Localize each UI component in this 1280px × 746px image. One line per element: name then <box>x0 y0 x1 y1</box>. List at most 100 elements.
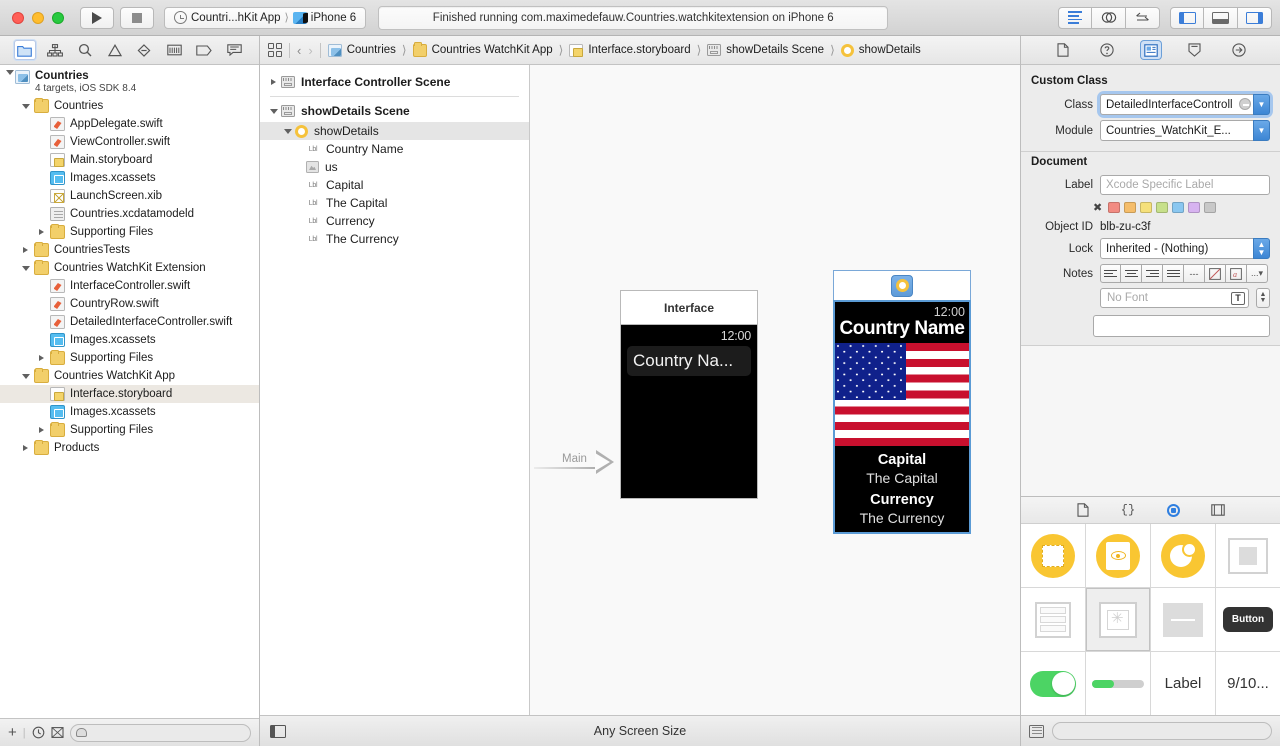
main-segue[interactable]: Main <box>534 457 630 458</box>
library-item-slider[interactable] <box>1086 652 1150 715</box>
project-navigator-tree[interactable]: Countries 4 targets, iOS SDK 8.4 Countri… <box>0 65 259 718</box>
scene2-capital-header[interactable]: Capital <box>835 452 969 468</box>
stop-button[interactable] <box>120 7 154 29</box>
navigator-row[interactable]: ViewController.swift <box>0 133 259 151</box>
library-item-switch[interactable] <box>1021 652 1085 715</box>
scene2-flag-image[interactable] <box>835 343 969 446</box>
navigator-row[interactable]: Images.xcassets <box>0 403 259 421</box>
quick-help-tab[interactable] <box>1097 41 1117 59</box>
navigator-row[interactable]: Countries.xcdatamodeld <box>0 205 259 223</box>
lock-dropdown-button[interactable]: ▲▼ <box>1253 238 1270 259</box>
report-navigator-tab[interactable] <box>223 40 245 60</box>
navigator-row[interactable]: Images.xcassets <box>0 331 259 349</box>
library-item-glance-controller[interactable] <box>1086 524 1150 587</box>
navigator-row[interactable]: AppDelegate.swift <box>0 115 259 133</box>
source-control-filter-icon[interactable] <box>51 726 64 739</box>
document-outline[interactable]: Interface Controller Scene showDetails S… <box>260 65 530 715</box>
run-button[interactable] <box>80 7 114 29</box>
outline-controller-show-details[interactable]: showDetails <box>260 122 529 140</box>
interface-controller-scene[interactable]: Interface 12:00 Country Na... <box>620 290 758 499</box>
navigator-twisty[interactable] <box>20 445 31 451</box>
lock-value[interactable]: Inherited - (Nothing) <box>1100 238 1253 259</box>
navigator-row[interactable]: LaunchScreen.xib <box>0 187 259 205</box>
library-item-label[interactable]: Label <box>1151 652 1215 715</box>
color-swatch[interactable] <box>1124 202 1136 213</box>
module-dropdown-button[interactable]: ▼ <box>1253 120 1270 141</box>
navigator-row[interactable]: CountriesTests <box>0 241 259 259</box>
library-item-group[interactable] <box>1216 524 1280 587</box>
align-justify-button[interactable] <box>1163 264 1184 283</box>
color-swatch[interactable] <box>1204 202 1216 213</box>
identity-inspector-tab[interactable] <box>1141 41 1161 59</box>
outline-twisty-open[interactable] <box>268 109 279 114</box>
outline-child-row[interactable]: LblThe Currency <box>260 230 529 248</box>
lock-combo[interactable]: Inherited - (Nothing) ▲▼ <box>1100 238 1270 259</box>
library-filter-input[interactable] <box>1052 722 1272 740</box>
library-item-interface-controller[interactable] <box>1021 524 1085 587</box>
line-style-button[interactable] <box>1205 264 1226 283</box>
align-right-button[interactable] <box>1142 264 1163 283</box>
navigator-twisty[interactable] <box>36 229 47 235</box>
module-value[interactable]: Countries_WatchKit_E... <box>1100 120 1253 141</box>
scene2-currency-header[interactable]: Currency <box>835 492 969 508</box>
scene1-screen[interactable]: 12:00 Country Na... <box>620 324 758 499</box>
list-dash-button[interactable]: --- <box>1184 264 1205 283</box>
standard-editor-button[interactable] <box>1058 7 1092 29</box>
library-item-image[interactable] <box>1086 588 1150 651</box>
outline-twisty-closed[interactable] <box>268 79 279 85</box>
color-swatch[interactable] <box>1172 202 1184 213</box>
library-item-date[interactable]: 9/10... <box>1216 652 1280 715</box>
breadcrumb-item[interactable]: showDetails <box>841 44 921 57</box>
library-view-toggle-icon[interactable] <box>1029 725 1044 738</box>
align-left-button[interactable] <box>1100 264 1121 283</box>
show-details-scene[interactable]: 12:00 Country Name Capital The Capital C… <box>833 270 971 534</box>
breadcrumb-item[interactable]: showDetails Scene <box>707 44 824 56</box>
outline-scene-interface-controller[interactable]: Interface Controller Scene <box>260 71 529 93</box>
scene2-currency-value[interactable]: The Currency <box>835 510 969 526</box>
toggle-outline-icon[interactable] <box>270 725 286 738</box>
navigator-twisty[interactable] <box>36 427 47 433</box>
navigator-row[interactable]: Main.storyboard <box>0 151 259 169</box>
outline-child-row[interactable]: us <box>260 158 529 176</box>
navigator-row[interactable]: Interface.storyboard <box>0 385 259 403</box>
clear-color-icon[interactable]: ✖ <box>1093 201 1102 214</box>
library-item-separator[interactable] <box>1151 588 1215 651</box>
font-panel-icon[interactable]: T <box>1231 292 1245 305</box>
outline-scene-show-details[interactable]: showDetails Scene <box>260 100 529 122</box>
breakpoint-navigator-tab[interactable] <box>193 40 215 60</box>
project-twisty[interactable] <box>4 70 15 75</box>
interface-controller-badge-icon[interactable] <box>891 275 913 297</box>
navigator-twisty[interactable] <box>20 104 31 109</box>
forward-button[interactable]: › <box>308 43 312 58</box>
storyboard-canvas[interactable]: Interface 12:00 Country Na... Main <box>530 65 1020 715</box>
library-item-button[interactable]: Button <box>1216 588 1280 651</box>
media-library-tab[interactable] <box>1208 501 1228 519</box>
breadcrumb-item[interactable]: Interface.storyboard <box>569 44 690 57</box>
navigator-twisty[interactable] <box>36 355 47 361</box>
scene2-capital-value[interactable]: The Capital <box>835 470 969 486</box>
navigator-twisty[interactable] <box>20 247 31 253</box>
object-library-tab[interactable] <box>1163 501 1183 519</box>
module-combo[interactable]: Countries_WatchKit_E... ▼ <box>1100 120 1270 141</box>
toggle-navigator-button[interactable] <box>1170 7 1204 29</box>
class-dropdown-button[interactable]: ▼ <box>1253 94 1270 115</box>
color-swatch[interactable] <box>1156 202 1168 213</box>
text-style-button[interactable]: a <box>1226 264 1247 283</box>
assistant-editor-button[interactable] <box>1092 7 1126 29</box>
font-size-stepper[interactable]: ▲▼ <box>1256 288 1270 308</box>
outline-child-row[interactable]: LblCurrency <box>260 212 529 230</box>
test-navigator-tab[interactable] <box>133 40 155 60</box>
breadcrumb-item[interactable]: Countries WatchKit App <box>413 44 553 57</box>
color-swatch[interactable] <box>1188 202 1200 213</box>
navigator-row[interactable]: Supporting Files <box>0 349 259 367</box>
add-file-button[interactable]: + <box>8 724 17 741</box>
connections-inspector-tab[interactable] <box>1229 41 1249 59</box>
navigator-row[interactable]: CountryRow.swift <box>0 295 259 313</box>
project-root-row[interactable]: Countries 4 targets, iOS SDK 8.4 <box>0 69 259 97</box>
outline-child-row[interactable]: LblCountry Name <box>260 140 529 158</box>
version-editor-button[interactable] <box>1126 7 1160 29</box>
find-navigator-tab[interactable] <box>74 40 96 60</box>
navigator-row[interactable]: Countries WatchKit Extension <box>0 259 259 277</box>
color-swatch[interactable] <box>1140 202 1152 213</box>
navigator-row[interactable]: Countries <box>0 97 259 115</box>
